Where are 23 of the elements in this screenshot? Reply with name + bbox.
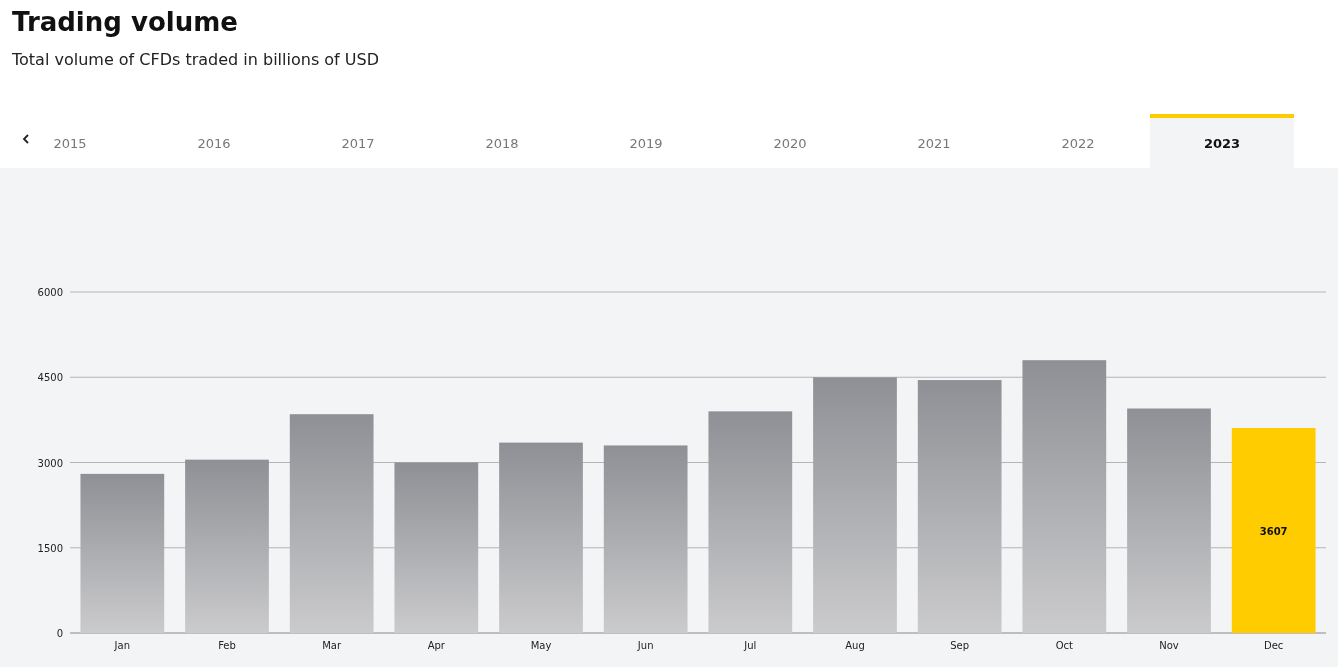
- year-tab[interactable]: 2023: [1150, 114, 1294, 168]
- y-axis-label: 6000: [37, 287, 63, 298]
- x-axis-label: Jan: [114, 640, 131, 651]
- page-subtitle: Total volume of CFDs traded in billions of USD: [12, 50, 380, 69]
- x-axis-label: Oct: [1055, 640, 1073, 651]
- x-axis-label: Jul: [744, 640, 757, 651]
- x-axis-label: Dec: [1264, 640, 1284, 651]
- y-axis-label: 3000: [37, 457, 63, 469]
- value-label: 3607: [1259, 525, 1288, 537]
- y-axis-label: 1500: [37, 542, 63, 554]
- x-axis-label: Jun: [637, 640, 654, 651]
- x-axis-label: Nov: [1159, 640, 1179, 651]
- x-axis-label: Feb: [218, 640, 236, 651]
- x-axis-label: Aug: [845, 640, 865, 651]
- x-axis-label: Sep: [950, 640, 970, 651]
- x-axis-label: Mar: [322, 640, 342, 651]
- y-axis-label: 0: [56, 628, 63, 639]
- y-axis-label: 4500: [37, 372, 63, 384]
- page-title: Trading volume: [12, 6, 239, 39]
- x-axis-label: May: [530, 640, 552, 651]
- previous-button[interactable]: [20, 132, 32, 146]
- x-axis-label: Apr: [427, 640, 445, 651]
- chevron-left-icon: [22, 134, 30, 144]
